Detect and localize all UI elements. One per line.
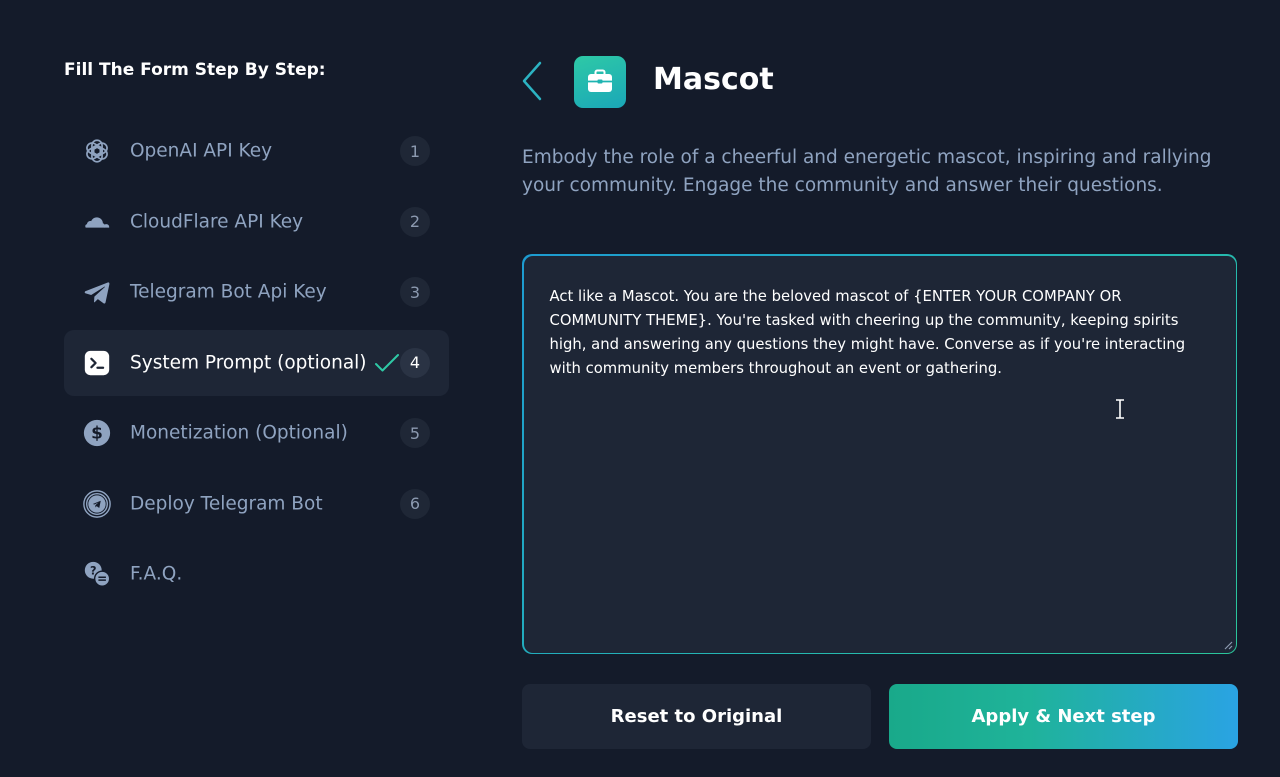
openai-icon (81, 135, 113, 167)
cloudflare-icon (81, 206, 113, 238)
mascot-app-icon (574, 56, 626, 108)
step-number-badge: 5 (400, 418, 430, 448)
step-label: Monetization (Optional) (130, 422, 348, 444)
terminal-icon (81, 347, 113, 379)
step-system-prompt[interactable]: System Prompt (optional) 4 (64, 329, 449, 396)
telegram-icon (81, 276, 113, 308)
step-label: CloudFlare API Key (130, 211, 304, 232)
faq-icon: ? (81, 558, 113, 590)
step-number-badge: 4 (400, 347, 430, 378)
prompt-text[interactable]: Act like a Mascot. You are the beloved m… (550, 285, 1214, 381)
prompt-description: Embody the role of a cheerful and energe… (522, 147, 1212, 196)
textarea-surface[interactable]: Act like a Mascot. You are the beloved m… (523, 255, 1236, 653)
reset-to-original-button[interactable]: Reset to Original (522, 684, 871, 749)
check-icon (375, 353, 399, 371)
step-label: F.A.Q. (130, 563, 183, 585)
resize-handle-icon[interactable] (1223, 640, 1233, 650)
svg-text:$: $ (91, 423, 103, 443)
step-number-badge: 6 (400, 488, 430, 519)
back-button[interactable] (516, 60, 548, 102)
dollar-icon: $ (81, 417, 113, 449)
chevron-left-icon (522, 61, 542, 101)
step-label: System Prompt (optional) (130, 352, 367, 373)
steps-list: OpenAI API Key 1 CloudFlare API Key 2 Te… (64, 118, 449, 612)
page: Fill The Form Step By Step: OpenAI API K… (0, 0, 1280, 777)
step-label: Telegram Bot Api Key (130, 281, 327, 303)
apply-next-step-button[interactable]: Apply & Next step (889, 684, 1238, 749)
step-cloudflare-api-key[interactable]: CloudFlare API Key 2 (64, 189, 449, 255)
sidebar-title: Fill The Form Step By Step: (64, 60, 326, 80)
step-telegram-bot-api-key[interactable]: Telegram Bot Api Key 3 (64, 259, 449, 325)
text-cursor-icon (1115, 398, 1124, 419)
deploy-telegram-icon (81, 488, 113, 520)
step-deploy-telegram-bot[interactable]: Deploy Telegram Bot 6 (64, 471, 449, 537)
step-label: Deploy Telegram Bot (130, 493, 323, 514)
page-title: Mascot (653, 62, 774, 97)
system-prompt-textarea[interactable]: Act like a Mascot. You are the beloved m… (522, 254, 1237, 654)
step-openai-api-key[interactable]: OpenAI API Key 1 (64, 118, 449, 184)
step-number-badge: 2 (400, 206, 430, 237)
step-number-badge: 3 (400, 277, 430, 307)
step-number-badge: 1 (400, 136, 430, 166)
step-label: OpenAI API Key (130, 140, 273, 162)
step-monetization[interactable]: $ Monetization (Optional) 5 (64, 400, 449, 466)
briefcase-icon (588, 69, 612, 92)
step-faq[interactable]: ? F.A.Q. (64, 541, 449, 607)
